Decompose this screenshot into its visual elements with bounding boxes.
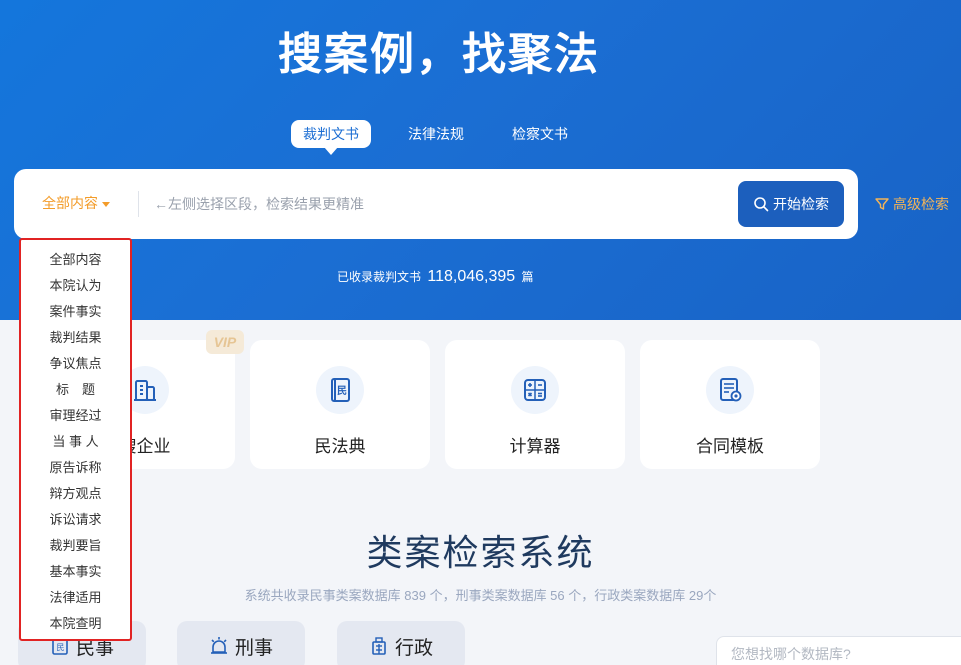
stats-count: 118,046,395 — [427, 268, 516, 285]
category-administrative[interactable]: 行政 — [337, 621, 465, 665]
tab-judgments[interactable]: 裁判文书 — [291, 120, 371, 155]
scope-option[interactable]: 诉讼请求 — [21, 508, 130, 534]
card-contract-template[interactable]: 合同模板 — [640, 340, 820, 469]
collection-stats: 已收录裁判文书 118,046,395 篇 — [337, 268, 534, 286]
scope-option[interactable]: 全部内容 — [21, 248, 130, 274]
card-calculator[interactable]: 计算器 — [445, 340, 625, 469]
scope-option[interactable]: 当 事 人 — [21, 430, 130, 456]
divider — [138, 191, 139, 217]
database-search-input[interactable]: 您想找哪个数据库? — [716, 636, 961, 665]
start-search-label: 开始检索 — [773, 196, 829, 212]
start-search-button[interactable]: 开始检索 — [738, 181, 844, 227]
scope-option[interactable]: 裁判要旨 — [21, 534, 130, 560]
scope-option[interactable]: 裁判结果 — [21, 326, 130, 352]
advanced-search-label: 高级检索 — [893, 196, 949, 212]
hero-banner: 搜案例，找聚法 裁判文书 法律法规 检察文书 已收录裁判文书 118,046,3… — [0, 0, 961, 320]
tab-procuratorate-docs[interactable]: 检察文书 — [500, 120, 580, 148]
criminal-icon — [210, 637, 227, 654]
search-icon — [754, 197, 769, 212]
scope-option[interactable]: 本院查明 — [21, 612, 130, 638]
svg-text:民: 民 — [56, 643, 64, 652]
scope-option[interactable]: 本院认为 — [21, 274, 130, 300]
category-criminal[interactable]: 刑事 — [177, 621, 305, 665]
stats-prefix: 已收录裁判文书 — [337, 270, 422, 284]
card-label: 民法典 — [314, 437, 366, 456]
vip-badge: VIP — [206, 330, 244, 354]
scope-select-label: 全部内容 — [42, 195, 98, 211]
caret-down-icon — [102, 201, 110, 207]
scope-option[interactable]: 原告诉称 — [21, 456, 130, 482]
svg-text:民: 民 — [337, 385, 347, 397]
administrative-icon — [372, 637, 386, 655]
scope-select[interactable]: 全部内容 — [42, 193, 110, 213]
advanced-search-link[interactable]: 高级检索 — [874, 194, 949, 214]
card-civil-code[interactable]: 民 民法典 — [250, 340, 430, 469]
search-bar: 全部内容 开始检索 — [14, 169, 858, 239]
calculator-icon — [511, 366, 559, 414]
category-label: 行政 — [394, 637, 433, 659]
scope-option[interactable]: 辩方观点 — [21, 482, 130, 508]
section-title: 类案检索系统 — [366, 532, 595, 573]
scope-dropdown-menu: 全部内容 本院认为 案件事实 裁判结果 争议焦点 标 题 审理经过 当 事 人 … — [19, 238, 132, 641]
card-label: 计算器 — [509, 437, 561, 456]
filter-icon — [875, 198, 889, 210]
scope-option[interactable]: 标 题 — [21, 378, 130, 404]
hero-title: 搜案例，找聚法 — [278, 30, 600, 79]
card-label: 合同模板 — [696, 437, 764, 456]
scope-option[interactable]: 基本事实 — [21, 560, 130, 586]
scope-option[interactable]: 法律适用 — [21, 586, 130, 612]
search-input[interactable] — [154, 191, 714, 217]
category-label: 刑事 — [234, 637, 273, 659]
stats-suffix: 篇 — [521, 270, 534, 284]
civil-code-icon: 民 — [316, 366, 364, 414]
scope-option[interactable]: 案件事实 — [21, 300, 130, 326]
scope-option[interactable]: 审理经过 — [21, 404, 130, 430]
search-type-tabs: 裁判文书 法律法规 检察文书 — [0, 120, 961, 155]
tab-laws-regulations[interactable]: 法律法规 — [396, 120, 476, 148]
section-subtitle: 系统共收录民事类案数据库 839 个，刑事类案数据库 56 个，行政类案数据库 … — [244, 588, 717, 603]
contract-template-icon — [706, 366, 754, 414]
scope-option[interactable]: 争议焦点 — [21, 352, 130, 378]
